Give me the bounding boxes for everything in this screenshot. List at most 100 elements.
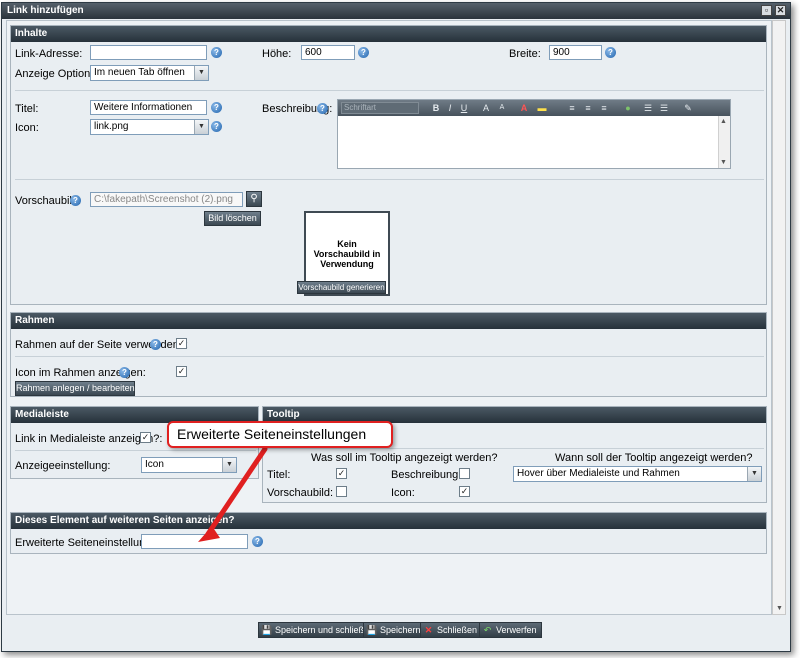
close-button[interactable]: ✕ Schließen [420, 622, 483, 638]
rahmen-icon-checkbox[interactable]: ✓ [176, 366, 187, 377]
chevron-down-icon: ▼ [747, 467, 761, 481]
font-shrink-icon[interactable]: A [496, 102, 508, 114]
vorschaubild-file-input[interactable]: C:\fakepath\Screenshot (2).png [90, 192, 243, 207]
anzeige-optionen-select[interactable]: Im neuen Tab öffnen ▼ [90, 65, 209, 81]
ordered-list-icon[interactable]: ☰ [642, 102, 654, 114]
tooltip-icon-label: Icon: [391, 487, 415, 499]
help-icon[interactable]: ? [211, 102, 222, 113]
highlight-icon[interactable]: ▬ [536, 102, 548, 114]
save-icon: 💾 [261, 625, 273, 635]
save-label: Speichern [380, 625, 421, 635]
scroll-down-icon[interactable]: ▼ [720, 159, 727, 166]
help-icon[interactable]: ? [150, 339, 161, 350]
rahmen-verwenden-label: Rahmen auf der Seite verwenden?: [15, 339, 189, 351]
save-icon: 💾 [366, 625, 378, 635]
tooltip-when-question: Wann soll der Tooltip angezeigt werden? [555, 452, 753, 464]
divider [15, 356, 764, 357]
font-color-icon[interactable]: A [518, 102, 530, 114]
annotation-callout: Erweiterte Seiteneinstellungen [167, 421, 393, 448]
anzeigeeinstellung-select[interactable]: Icon ▼ [141, 457, 237, 473]
dialog-scrollbar[interactable]: ▼ [772, 20, 786, 615]
hoehe-label: Höhe: [262, 48, 292, 60]
editor-scrollbar[interactable]: ▲ ▼ [718, 116, 730, 168]
font-grow-icon[interactable]: A [480, 102, 492, 114]
help-icon[interactable]: ? [358, 47, 369, 58]
titel-label: Titel: [15, 103, 39, 115]
titel-input[interactable]: Weitere Informationen [90, 100, 207, 115]
save-and-close-button[interactable]: 💾 Speichern und schließen [258, 622, 380, 638]
anzeigeeinstellung-label: Anzeigeeinstellung: [15, 460, 111, 472]
dialog-content: Inhalte Link-Adresse: ? Höhe: 600 ? Brei… [6, 20, 772, 615]
panel-header-inhalte: Inhalte [11, 26, 766, 42]
underline-icon[interactable]: U [458, 102, 470, 114]
breite-label: Breite: [509, 48, 541, 60]
unordered-list-icon[interactable]: ☰ [658, 102, 670, 114]
help-icon[interactable]: ? [211, 121, 222, 132]
panel-rahmen: Rahmen Rahmen auf der Seite verwenden?: … [10, 312, 767, 397]
link-address-label: Link-Adresse: [15, 48, 83, 60]
vorschaubild-generieren-button[interactable]: Vorschaubild generieren [297, 281, 386, 294]
close-label: Schließen [437, 625, 478, 635]
dialog-title: Link hinzufügen [7, 5, 84, 16]
restore-icon[interactable]: ▫ [761, 5, 772, 16]
help-icon[interactable]: ? [119, 367, 130, 378]
tooltip-titel-checkbox[interactable]: ✓ [336, 468, 347, 479]
chevron-down-icon: ▼ [194, 66, 208, 80]
align-center-icon[interactable]: ≡ [582, 102, 594, 114]
anzeigeeinstellung-value: Icon [145, 459, 164, 470]
panel-header-weitere-seiten: Dieses Element auf weiteren Seiten anzei… [11, 513, 766, 529]
save-and-close-label: Speichern und schließen [275, 625, 375, 635]
align-left-icon[interactable]: ≡ [566, 102, 578, 114]
align-right-icon[interactable]: ≡ [598, 102, 610, 114]
divider [15, 179, 764, 180]
breite-input[interactable]: 900 [549, 45, 602, 60]
panel-weitere-seiten: Dieses Element auf weiteren Seiten anzei… [10, 512, 767, 554]
help-icon[interactable]: ? [252, 536, 263, 547]
scroll-down-icon[interactable]: ▼ [776, 605, 783, 612]
preview-placeholder-text: Kein Vorschaubild in Verwendung [313, 238, 381, 269]
divider [15, 90, 764, 91]
undo-icon: ↶ [483, 625, 492, 635]
tooltip-icon-checkbox[interactable]: ✓ [459, 486, 470, 497]
rahmen-verwenden-checkbox[interactable]: ✓ [176, 338, 187, 349]
icon-select[interactable]: link.png ▼ [90, 119, 209, 135]
source-edit-icon[interactable]: ✎ [682, 102, 694, 114]
tooltip-vorschaubild-checkbox[interactable] [336, 486, 347, 497]
editor-toolbar: Schriftart B I U A A A ▬ ≡ ≡ ≡ ● ☰ ☰ ✎ [338, 100, 730, 116]
bold-icon[interactable]: B [430, 102, 442, 114]
tooltip-titel-label: Titel: [267, 469, 291, 481]
bild-loeschen-button[interactable]: Bild löschen [204, 211, 261, 226]
browse-search-icon[interactable]: ⚲ [246, 191, 262, 207]
callout-text: Erweiterte Seiteneinstellungen [177, 426, 367, 442]
link-icon[interactable]: ● [622, 102, 634, 114]
rahmen-anlegen-button[interactable]: Rahmen anlegen / bearbeiten [15, 381, 135, 396]
scroll-up-icon[interactable]: ▲ [720, 118, 727, 125]
tooltip-vorschaubild-label: Vorschaubild: [267, 487, 334, 499]
tooltip-beschreibung-checkbox[interactable] [459, 468, 470, 479]
discard-button[interactable]: ↶ Verwerfen [479, 622, 542, 638]
icon-label: Icon: [15, 122, 39, 134]
anzeige-optionen-value: Im neuen Tab öffnen [94, 67, 185, 78]
close-icon: ✕ [424, 625, 433, 635]
tooltip-when-select[interactable]: Hover über Medialeiste und Rahmen ▼ [513, 466, 762, 482]
chevron-down-icon: ▼ [194, 120, 208, 134]
help-icon[interactable]: ? [211, 47, 222, 58]
erweiterte-seiteneinstellungen-input[interactable] [141, 534, 248, 549]
close-icon[interactable]: ✕ [775, 5, 786, 16]
help-icon[interactable]: ? [70, 195, 81, 206]
save-button[interactable]: 💾 Speichern [363, 622, 426, 638]
link-address-input[interactable] [90, 45, 207, 60]
font-select[interactable]: Schriftart [341, 102, 419, 114]
panel-header-rahmen: Rahmen [11, 313, 766, 329]
medialeiste-anzeigen-checkbox[interactable]: ✓ [140, 432, 151, 443]
tooltip-what-question: Was soll im Tooltip angezeigt werden? [311, 452, 498, 464]
help-icon[interactable]: ? [317, 103, 328, 114]
dialog-titlebar[interactable]: Link hinzufügen ▫ ✕ [2, 3, 790, 19]
italic-icon[interactable]: I [444, 102, 456, 114]
tooltip-beschreibung-label: Beschreibung: [391, 469, 462, 481]
description-editor[interactable]: Schriftart B I U A A A ▬ ≡ ≡ ≡ ● ☰ ☰ ✎ ▲… [337, 99, 731, 169]
icon-select-value: link.png [94, 121, 129, 132]
hoehe-input[interactable]: 600 [301, 45, 355, 60]
tooltip-when-value: Hover über Medialeiste und Rahmen [517, 468, 680, 479]
help-icon[interactable]: ? [605, 47, 616, 58]
